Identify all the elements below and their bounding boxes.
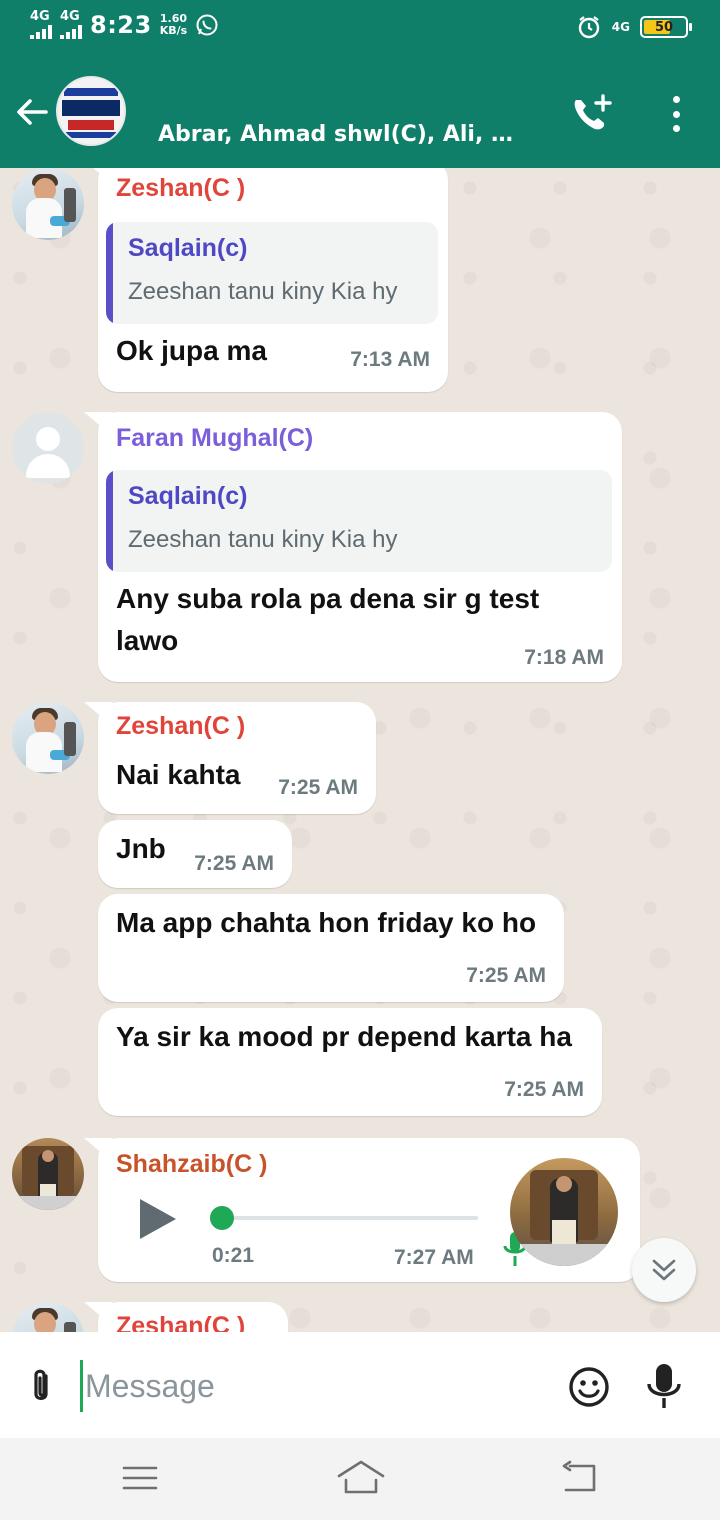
message-text-line-2: lawo xyxy=(116,625,179,656)
paperclip-icon[interactable] xyxy=(24,1366,58,1406)
message-time: 7:13 AM xyxy=(350,348,430,371)
message-input[interactable] xyxy=(80,1360,530,1412)
message-text: Jnb xyxy=(116,833,166,864)
message-bubble[interactable]: Zeshan(C ) Saqlain(c) Zeeshan tanu kiny … xyxy=(98,168,448,392)
quoted-text: Zeeshan tanu kiny Kia hy xyxy=(128,526,398,553)
smiley-icon[interactable] xyxy=(568,1366,610,1408)
sender-name[interactable]: Shahzaib(C ) xyxy=(116,1150,267,1179)
sender-name[interactable]: Zeshan(C ) xyxy=(116,712,245,741)
voice-message-bubble[interactable]: Shahzaib(C ) 0:21 7:27 AM xyxy=(98,1138,640,1282)
network-type-2: 4G xyxy=(60,9,80,24)
quoted-sender: Saqlain(c) xyxy=(128,482,248,510)
sender-name[interactable]: Faran Mughal(C) xyxy=(116,424,313,453)
chat-area[interactable]: Zeshan(C ) Saqlain(c) Zeeshan tanu kiny … xyxy=(0,168,720,1332)
signal-bars-icon xyxy=(30,23,52,39)
voice-seek-bar[interactable] xyxy=(212,1216,478,1220)
quoted-message[interactable]: Saqlain(c) Zeeshan tanu kiny Kia hy xyxy=(106,222,438,324)
signal-bars-icon xyxy=(60,23,82,39)
phone-add-icon[interactable] xyxy=(568,92,616,136)
message-time: 7:25 AM xyxy=(466,964,546,987)
group-avatar[interactable] xyxy=(56,76,126,146)
voice-duration: 0:21 xyxy=(212,1244,255,1267)
status-time: 8:23 xyxy=(90,10,152,39)
quoted-message[interactable]: Saqlain(c) Zeeshan tanu kiny Kia hy xyxy=(106,470,612,572)
message-bubble[interactable]: Zeshan(C ) xyxy=(98,1302,288,1332)
message-text: Nai kahta xyxy=(116,759,241,790)
message-bubble[interactable]: Ma app chahta hon friday ko ho 7:25 AM xyxy=(98,894,564,1002)
voice-sender-photo xyxy=(510,1158,618,1266)
avatar[interactable] xyxy=(12,702,84,774)
battery-level: 50 xyxy=(654,19,674,35)
play-icon[interactable] xyxy=(136,1196,180,1242)
more-vertical-icon[interactable] xyxy=(660,92,692,136)
avatar[interactable] xyxy=(12,412,84,484)
message-time: 7:27 AM xyxy=(394,1246,474,1269)
home-icon[interactable] xyxy=(336,1458,386,1498)
status-bar: 4G 4G 8:23 1.60 KB/s 4G 50 xyxy=(0,0,720,56)
group-members-subtitle[interactable]: Abrar, Ahmad shwl(C), Ali, Ali... xyxy=(158,122,518,147)
message-bubble[interactable]: Ya sir ka mood pr depend karta ha 7:25 A… xyxy=(98,1008,602,1116)
message-text-line-1: Any suba rola pa dena sir g test xyxy=(116,583,540,614)
alarm-icon xyxy=(578,16,599,39)
message-text: Ok jupa ma xyxy=(116,335,267,366)
message-time: 7:25 AM xyxy=(504,1078,584,1101)
sender-name[interactable]: Zeshan(C ) xyxy=(116,174,245,203)
status-right: 4G 50 xyxy=(576,14,692,40)
quoted-text: Zeeshan tanu kiny Kia hy xyxy=(128,278,398,305)
message-time: 7:25 AM xyxy=(194,852,274,875)
message-bubble[interactable]: Faran Mughal(C) Saqlain(c) Zeeshan tanu … xyxy=(98,412,622,682)
signal-1: 4G xyxy=(30,10,52,39)
speed-unit: KB/s xyxy=(159,23,188,37)
network-type-1: 4G xyxy=(30,9,50,24)
signal-2: 4G xyxy=(60,10,82,39)
message-bubble[interactable]: Jnb 7:25 AM xyxy=(98,820,292,888)
avatar[interactable] xyxy=(12,1138,84,1210)
avatar[interactable] xyxy=(12,1302,84,1332)
network-speed: 1.60 KB/s xyxy=(159,11,188,37)
nav-back-icon[interactable] xyxy=(560,1460,600,1496)
voice-seek-handle[interactable] xyxy=(210,1206,234,1230)
app-header: 4G 4G 8:23 1.60 KB/s 4G 50 Abrar, Ahmad … xyxy=(0,0,720,168)
scroll-to-bottom-button[interactable] xyxy=(632,1238,696,1302)
network-type-right: 4G xyxy=(611,20,630,34)
system-navigation-bar xyxy=(0,1438,720,1520)
whatsapp-icon xyxy=(196,14,218,35)
speed-value: 1.60 xyxy=(159,11,188,25)
mic-icon[interactable] xyxy=(644,1362,684,1410)
status-left: 4G 4G 8:23 1.60 KB/s xyxy=(30,10,219,39)
message-text: Ya sir ka mood pr depend karta ha xyxy=(116,1021,572,1052)
quoted-sender: Saqlain(c) xyxy=(128,234,248,262)
message-composer xyxy=(0,1332,720,1438)
back-arrow-icon[interactable] xyxy=(12,92,52,132)
battery-icon: 50 xyxy=(640,16,692,38)
sender-name[interactable]: Zeshan(C ) xyxy=(116,1312,245,1332)
message-time: 7:25 AM xyxy=(278,776,358,799)
recent-apps-icon[interactable] xyxy=(122,1462,158,1494)
avatar[interactable] xyxy=(12,168,84,240)
chevron-double-down-icon xyxy=(652,1259,676,1281)
message-time: 7:18 AM xyxy=(524,646,604,669)
message-text: Ma app chahta hon friday ko ho xyxy=(116,907,537,938)
message-bubble[interactable]: Zeshan(C ) Nai kahta 7:25 AM xyxy=(98,702,376,814)
